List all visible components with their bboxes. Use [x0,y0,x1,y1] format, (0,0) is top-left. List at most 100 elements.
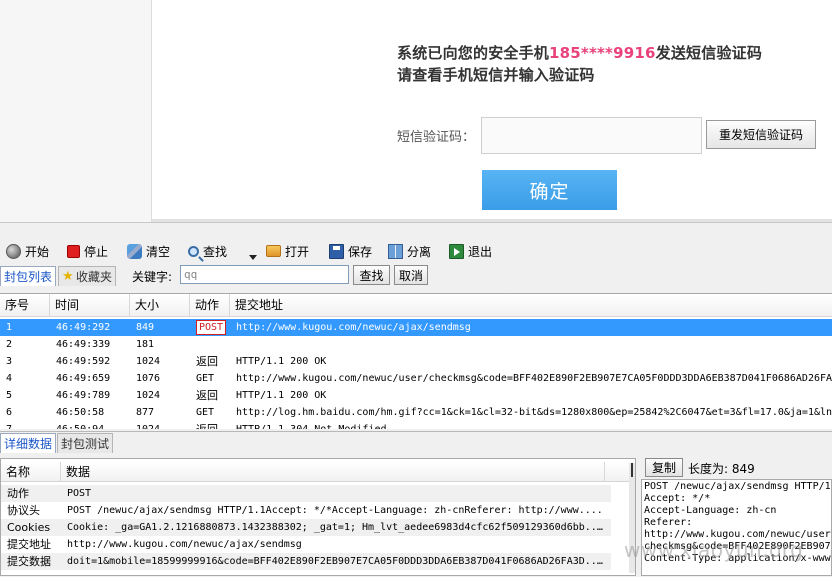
star-icon: ★ [62,268,74,284]
detail-value: doit=1&mobile=18599999916&code=BFF402E89… [67,556,607,567]
cell-url: HTTP/1.1 304 Not Modified [236,421,832,429]
packet-capture-tool: 开始 停止 清空 查找 打开 保存 分离 退出 封包列表 ★收藏夹 关键字: 查… [0,222,832,577]
cell-action: 返回 [196,421,230,429]
cell-time: 46:49:592 [56,356,111,367]
detail-row[interactable]: 提交地址 http://www.kugou.com/newuc/ajax/send… [1,536,611,553]
cell-action: 返回 [196,389,218,402]
detail-value: Cookie: _ga=GA1.2.1216880873.1432388302;… [67,522,607,533]
table-row[interactable]: 3 46:49:592 1024 返回 HTTP/1.1 200 OK [0,353,832,370]
cell-no: 1 [6,322,13,333]
cell-action: GET [196,407,215,418]
column-header-no[interactable]: 序号 [0,294,50,317]
web-page-area: 系统已向您的安全手机185****9916发送短信验证码 请查看手机短信并输入验… [0,0,832,222]
raw-line: Referer: [644,517,693,528]
exit-button[interactable]: 退出 [449,240,492,262]
clear-icon [127,243,142,259]
detail-row[interactable]: 动作 POST [1,485,611,502]
stop-button[interactable]: 停止 [67,240,108,262]
detail-name: Cookies [7,521,51,534]
sms-code-input[interactable] [481,117,702,154]
cell-time: 46:49:292 [56,322,111,333]
start-icon [6,243,21,259]
tab-packet-list[interactable]: 封包列表 [0,266,57,286]
tab-favorites[interactable]: ★ 收藏夹 [58,266,117,286]
save-button[interactable]: 保存 [329,240,372,262]
cell-no: 5 [6,390,13,401]
detail-name: 提交数据 [7,555,51,568]
table-row[interactable]: 2 46:49:339 181 [0,336,832,353]
tab-detail-data[interactable]: 详细数据 [0,433,57,453]
cell-size: 849 [136,322,155,333]
keyword-input[interactable] [180,265,349,284]
column-header-time[interactable]: 时间 [50,294,130,317]
column-header-name[interactable]: 名称 [1,462,61,482]
open-button[interactable]: 打开 [266,240,309,262]
detail-scrollbar-thumb[interactable] [631,463,633,477]
raw-line: Accept-Language: zh-cn [644,505,777,516]
save-icon [329,243,344,259]
exit-icon [449,243,464,259]
cell-size: 1024 [136,421,190,429]
split-icon [388,243,403,259]
keyword-cancel-button[interactable]: 取消 [394,265,428,285]
detail-row[interactable]: 提交数据 doit=1&mobile=18599999916&code=BFF40… [1,553,611,570]
raw-line: POST /newuc/ajax/sendmsg HTTP/1.1 [644,481,832,492]
detail-header: 名称 数据 [1,462,635,482]
open-label: 打开 [285,244,310,259]
detail-name: 提交地址 [7,538,51,551]
column-header-size[interactable]: 大小 [130,294,190,317]
cell-action: GET [196,373,215,384]
packet-list-header: 序号 时间 大小 动作 提交地址 [0,294,832,317]
phone-number: 185****9916 [549,44,656,62]
column-header-url[interactable]: 提交地址 [230,294,832,317]
keyword-find-button[interactable]: 查找 [353,265,390,285]
copy-button[interactable]: 复制 [645,458,683,477]
bottom-tabs: 详细数据 封包测试 [0,431,832,453]
save-label: 保存 [348,244,373,259]
column-header-data[interactable]: 数据 [61,462,605,482]
clear-button[interactable]: 清空 [127,240,170,262]
search-icon [188,245,199,257]
resend-sms-button[interactable]: 重发短信验证码 [706,120,816,149]
confirm-button[interactable]: 确定 [482,170,617,210]
sms-code-label: 短信验证码： [397,130,476,145]
packet-list-table: 序号 时间 大小 动作 提交地址 1 46:49:292 849 POST http:/… [0,293,832,429]
cell-size: 1024 [136,390,161,401]
table-row[interactable]: 5 46:49:789 1024 返回 HTTP/1.1 200 OK [0,387,832,404]
find-label: 查找 [203,244,228,259]
cell-no: 4 [6,373,13,384]
detail-value: http://www.kugou.com/newuc/ajax/sendmsg [67,539,302,550]
cell-no: 6 [6,407,13,418]
cell-size: 1076 [136,373,161,384]
detail-value: POST [67,488,92,499]
clear-label: 清空 [146,244,171,259]
cell-size: 181 [136,339,155,350]
cell-size: 877 [136,407,155,418]
length-label: 长度为: 849 [688,462,755,476]
find-toolbar-button[interactable]: 查找 [188,240,227,262]
stop-label: 停止 [84,244,109,259]
cell-time: 46:49:789 [56,390,111,401]
table-row[interactable]: 1 46:49:292 849 POST http://www.kugou.com/ne… [0,319,832,336]
cell-url [236,336,832,353]
exit-label: 退出 [468,244,493,259]
cell-action-highlight: POST [196,320,227,335]
cell-time: 46:50:58 [56,407,105,418]
start-label: 开始 [25,244,50,259]
raw-line: Accept: */* [644,493,711,504]
tab-packet-test[interactable]: 封包测试 [57,433,114,453]
cell-url: HTTP/1.1 200 OK [236,356,327,367]
cell-no: 2 [6,339,13,350]
table-row[interactable]: 7 46:50:94 1024 返回 HTTP/1.1 304 Not Modified [0,421,832,429]
start-button[interactable]: 开始 [6,240,49,262]
web-left-panel [0,0,152,222]
favorites-label: 收藏夹 [76,270,113,284]
watermark: www.xiaoyun.org [624,538,804,562]
table-row[interactable]: 6 46:50:58 877 GET http://log.hm.baidu.com/h… [0,404,832,421]
detail-row[interactable]: 协议头 POST /newuc/ajax/sendmsg HTTP/1.1Acce… [1,502,611,519]
split-button[interactable]: 分离 [388,240,431,262]
table-row[interactable]: 4 46:49:659 1076 GET http://www.kugou.com/ne… [0,370,832,387]
detail-row[interactable]: Cookies Cookie: _ga=GA1.2.1216880873.1432… [1,519,611,536]
column-header-action[interactable]: 动作 [190,294,230,317]
cell-no: 7 [6,421,46,429]
